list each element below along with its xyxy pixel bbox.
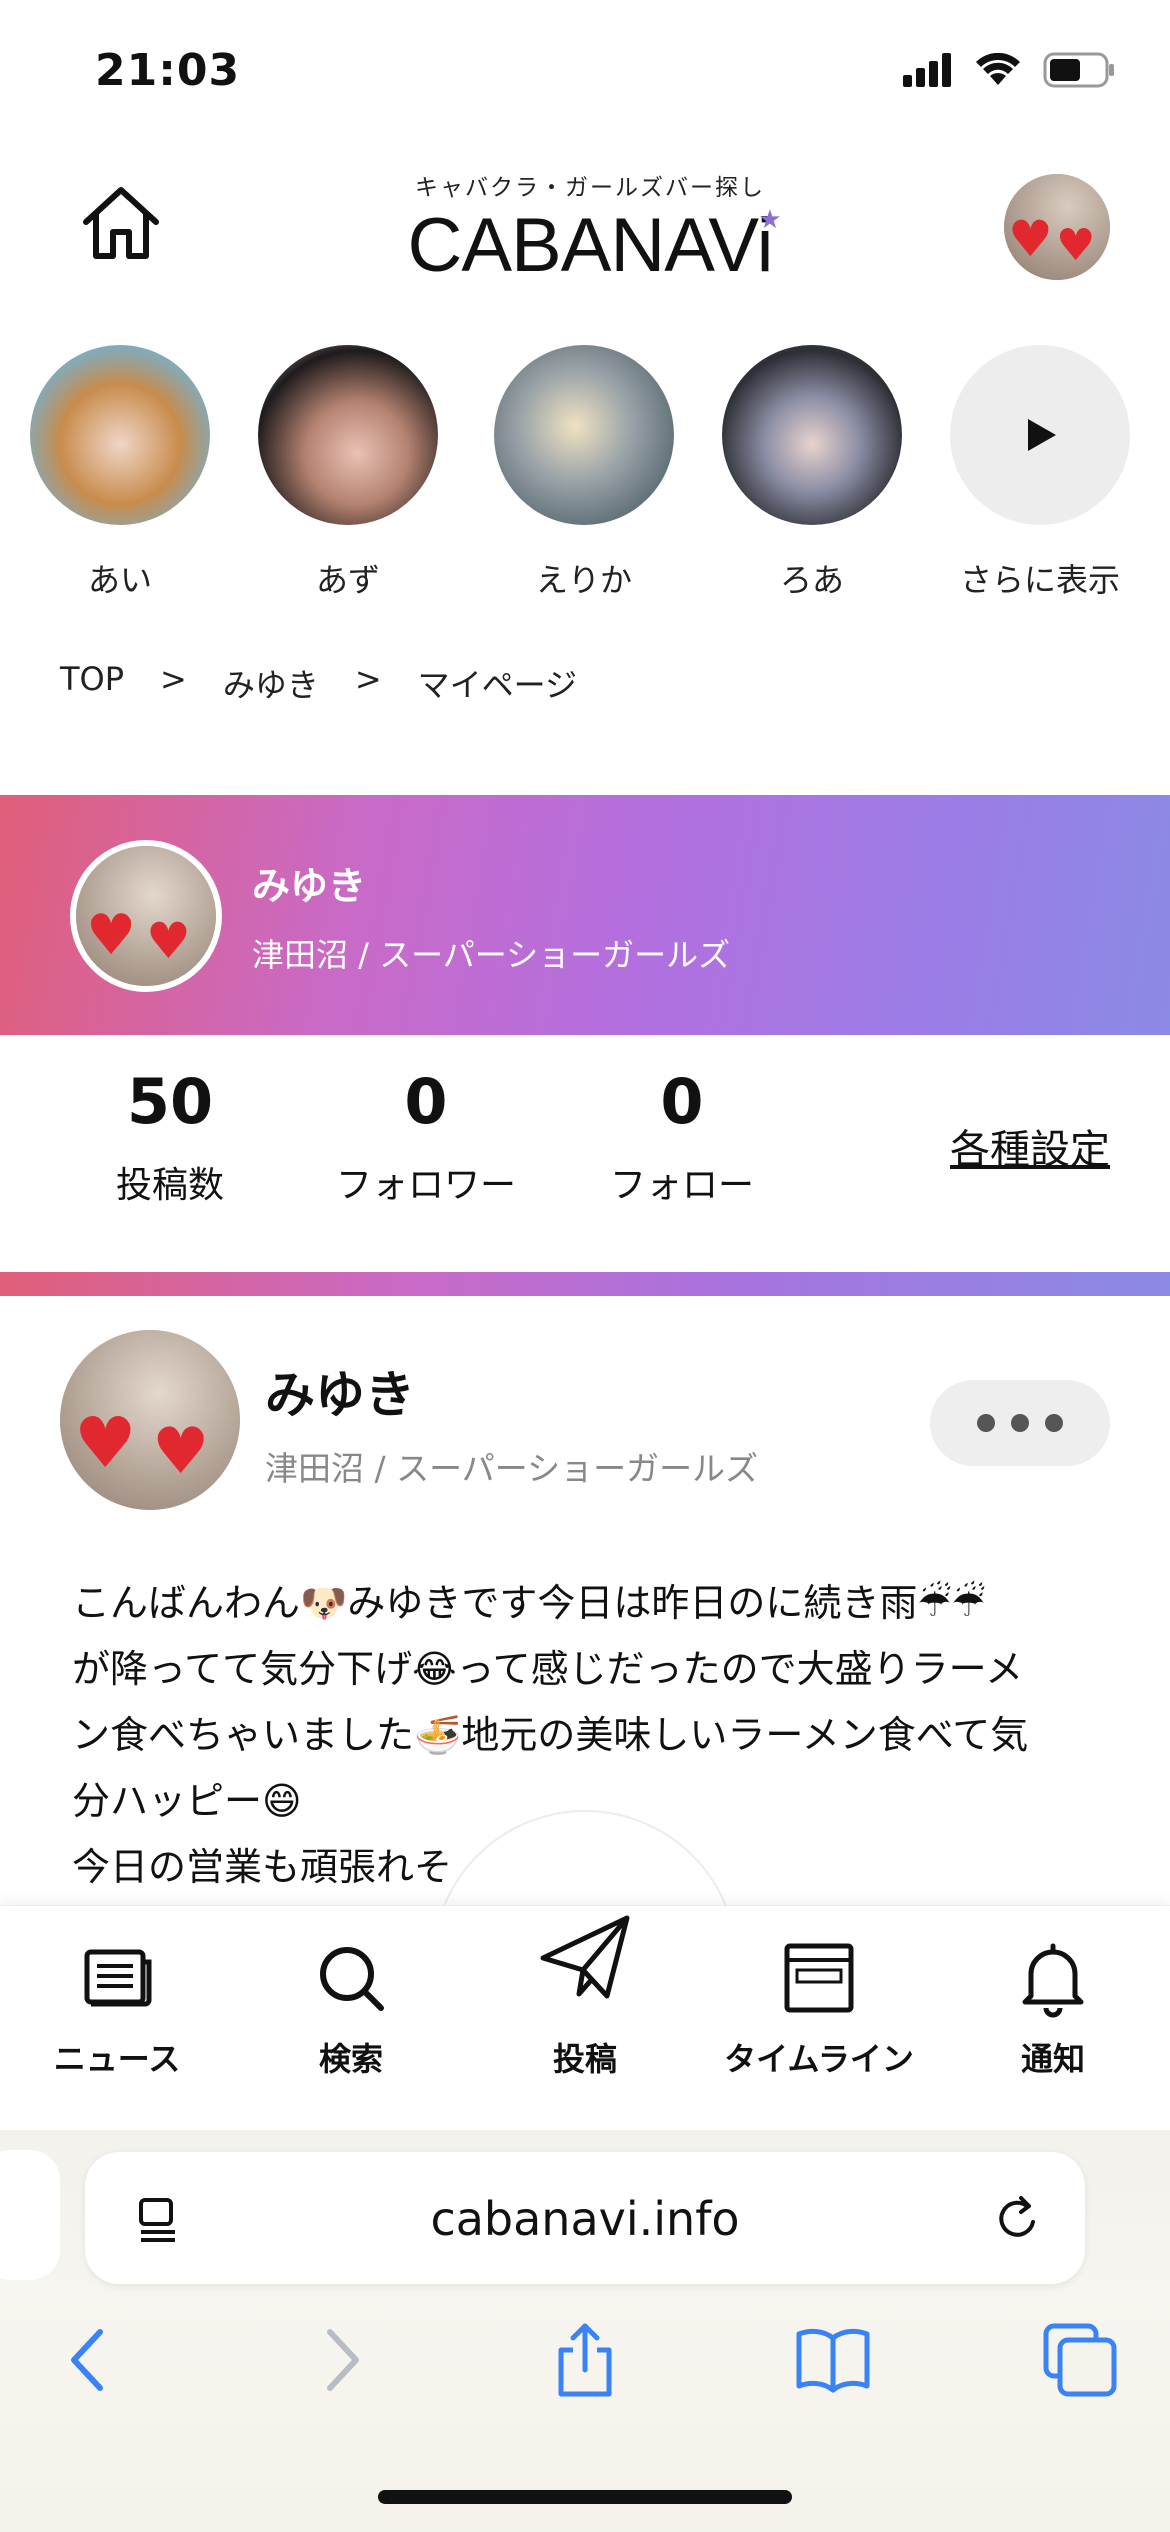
stat-following[interactable]: 0 フォロー	[562, 1065, 802, 1208]
news-icon	[84, 1949, 152, 2007]
post-text-line: こんばんわん🐶みゆきです今日は昨日のに続き雨☔☔	[72, 1581, 986, 1625]
tabs-icon[interactable]	[1040, 2320, 1120, 2400]
profile-stats: 50 投稿数 0 フォロワー 0 フォロー 各種設定	[0, 1035, 1170, 1270]
bookmarks-icon[interactable]	[793, 2320, 873, 2400]
home-icon	[83, 187, 159, 259]
status-bar: 21:03	[0, 0, 1170, 150]
back-icon[interactable]	[50, 2320, 130, 2400]
breadcrumb: TOP > みゆき > マイページ	[60, 660, 577, 706]
story-avatar	[722, 345, 902, 525]
stat-posts-label: 投稿数	[115, 1165, 224, 1206]
story-avatar	[30, 345, 210, 525]
battery-icon	[1043, 52, 1114, 88]
logo-star-icon: ★	[758, 204, 781, 234]
breadcrumb-profile-link[interactable]: みゆき	[223, 660, 319, 706]
profile-banner: ♥ ♥ みゆき 津田沼 / スーパーショーガールズ	[0, 795, 1170, 1035]
account-avatar[interactable]: ♥ ♥	[1004, 174, 1110, 280]
home-indicator[interactable]	[378, 2490, 792, 2504]
post-author-avatar[interactable]: ♥ ♥	[60, 1330, 240, 1510]
stories-row: あい あず えりか ろあ さらに表示	[0, 345, 1170, 605]
stat-following-label: フォロー	[609, 1165, 754, 1206]
story-label: さらに表示	[959, 561, 1120, 599]
heart-sticker-icon: ♥	[152, 1415, 210, 1489]
stat-followers[interactable]: 0 フォロワー	[306, 1065, 546, 1208]
story-item-more[interactable]: さらに表示	[950, 345, 1130, 601]
tab-label: タイムライン	[724, 2040, 914, 2078]
address-bar[interactable]: cabanavi.info	[85, 2152, 1085, 2284]
browser-nav-bar	[0, 2320, 1170, 2410]
logo-text: CABANAVi ★	[407, 206, 781, 284]
timeline-icon	[784, 1943, 854, 2013]
post-more-button[interactable]	[930, 1380, 1110, 1466]
breadcrumb-top-link[interactable]: TOP	[60, 660, 124, 706]
bottom-tab-bar: ニュース 検索 投稿 タイムライン 通知	[0, 1905, 1170, 2130]
reload-icon[interactable]	[991, 2192, 1045, 2246]
tab-notifications[interactable]: 通知	[936, 1906, 1170, 2131]
profile-avatar[interactable]: ♥ ♥	[70, 840, 222, 992]
story-avatar	[494, 345, 674, 525]
tab-label: 投稿	[552, 2040, 617, 2078]
settings-link[interactable]: 各種設定	[950, 1117, 1110, 1175]
more-dot	[1011, 1414, 1029, 1432]
url-text: cabanavi.info	[430, 2192, 740, 2246]
breadcrumb-current: マイページ	[417, 666, 578, 704]
stat-posts-value: 50	[126, 1065, 214, 1138]
breadcrumb-separator: >	[160, 660, 187, 698]
heart-sticker-icon: ♥	[1056, 220, 1096, 271]
breadcrumb-separator: >	[354, 660, 382, 698]
story-avatar	[258, 345, 438, 525]
heart-sticker-icon: ♥	[74, 1402, 137, 1484]
tab-timeline[interactable]: タイムライン	[702, 1906, 936, 2131]
story-label: えりか	[535, 561, 632, 599]
story-item-erika[interactable]: えりか	[494, 345, 674, 601]
profile-name: みゆき	[252, 864, 367, 908]
heart-sticker-icon: ♥	[146, 912, 191, 970]
forward-icon[interactable]	[300, 2320, 380, 2400]
gradient-divider	[0, 1272, 1170, 1296]
site-header: キャバクラ・ガールズバー探し CABANAVi ★ ♥ ♥	[0, 150, 1170, 310]
story-item-azu[interactable]: あず	[258, 345, 438, 601]
logo-wordmark: CABANAVi	[407, 203, 773, 288]
status-icons	[903, 52, 1115, 88]
wifi-icon	[976, 53, 1020, 85]
logo-tagline: キャバクラ・ガールズバー探し	[415, 175, 765, 201]
tab-post[interactable]: 投稿	[468, 1906, 702, 2131]
cellular-signal-icon	[903, 53, 951, 87]
profile-subtitle: 津田沼 / スーパーショーガールズ	[252, 936, 731, 974]
more-stories-button[interactable]	[950, 345, 1130, 525]
heart-sticker-icon: ♥	[1008, 210, 1053, 268]
paper-plane-icon	[540, 1915, 630, 1999]
search-icon	[320, 1947, 384, 2011]
heart-sticker-icon: ♥	[86, 903, 137, 968]
more-dot	[1045, 1414, 1063, 1432]
post-header: ♥ ♥ みゆき 津田沼 / スーパーショーガールズ	[0, 1330, 1170, 1520]
share-icon[interactable]	[545, 2320, 625, 2400]
story-item-ai[interactable]: あい	[30, 345, 210, 601]
status-time: 21:03	[95, 45, 241, 96]
story-label: ろあ	[779, 561, 844, 599]
tab-news[interactable]: ニュース	[0, 1906, 234, 2131]
more-dot	[977, 1414, 995, 1432]
story-item-roa[interactable]: ろあ	[722, 345, 902, 601]
tab-label: ニュース	[53, 2040, 181, 2078]
previous-tab-preview[interactable]	[0, 2150, 60, 2280]
story-label: あい	[87, 561, 152, 599]
post-text-line: が降ってて気分下げ😂って感じだったので大盛りラーメ	[72, 1647, 1024, 1691]
stat-followers-value: 0	[404, 1065, 448, 1138]
post-author-name[interactable]: みゆき	[265, 1355, 415, 1427]
stat-posts[interactable]: 50 投稿数	[50, 1065, 290, 1208]
post-author-subtitle: 津田沼 / スーパーショーガールズ	[265, 1449, 759, 1488]
tab-label: 通知	[1020, 2040, 1085, 2078]
post-text-line: ン食べちゃいました🍜地元の美味しいラーメン食べて気	[72, 1713, 1029, 1757]
home-button[interactable]	[78, 180, 164, 266]
play-icon	[1028, 419, 1056, 451]
site-logo[interactable]: キャバクラ・ガールズバー探し CABANAVi ★	[380, 168, 800, 284]
story-label: あず	[315, 561, 380, 599]
stat-followers-label: フォロワー	[335, 1165, 516, 1206]
stat-following-value: 0	[660, 1065, 704, 1138]
bell-icon	[1022, 1943, 1084, 2018]
